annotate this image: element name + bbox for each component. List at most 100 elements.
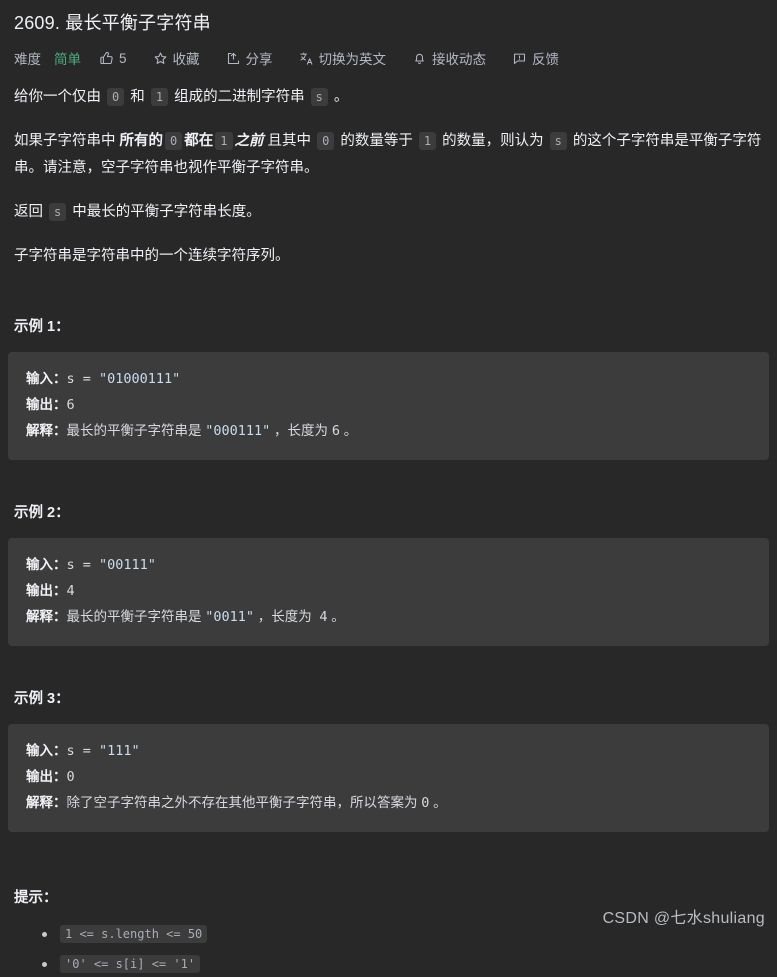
inline-code-one: 1 (150, 88, 169, 106)
hint-code-length: 1 <= s.length <= 50 (60, 925, 208, 943)
translate-button[interactable]: 切换为英文 (299, 48, 387, 68)
explain-post: 。 (339, 423, 358, 438)
feedback-icon (512, 51, 527, 66)
difficulty-group: 难度 简单 (14, 48, 81, 68)
explain-pre: 最长的平衡子字符串是 (66, 423, 206, 438)
input-value: "00111" (99, 557, 156, 573)
example-heading: 示例 2： (14, 505, 70, 521)
example-input-line: 输入：s = "01000111" (26, 366, 751, 392)
example-heading: 示例 3： (14, 691, 70, 707)
inline-code-zero: 0 (107, 88, 125, 106)
explain-mid: ，长度为 (270, 423, 332, 438)
output-key: 输出： (26, 397, 67, 412)
example-input-line: 输入：s = "111" (26, 738, 751, 764)
inline-code-s: s (49, 203, 67, 221)
example-explain-line: 解释：最长的平衡子字符串是 "000111" ，长度为 6 。 (26, 418, 751, 444)
text-segment: 的数量，则认为 (438, 133, 548, 149)
explain-key: 解释： (26, 795, 67, 810)
like-count: 5 (119, 50, 127, 66)
description-paragraph-1: 给你一个仅由 0 和 1 组成的二进制字符串 s 。 (14, 84, 763, 111)
inline-code-s: s (549, 132, 567, 150)
inline-code-one: 1 (215, 132, 233, 150)
input-key: 输入： (26, 557, 67, 572)
inline-code-one: 1 (418, 132, 437, 150)
example-explain-line: 解释：除了空子字符串之外不存在其他平衡子字符串，所以答案为 0 。 (26, 790, 751, 816)
problem-toolbar: 难度 简单 5 收藏 分享 切换为英文 接收动态 反馈 (8, 36, 769, 68)
output-key: 输出： (26, 583, 67, 598)
subscribe-button[interactable]: 接收动态 (412, 48, 486, 68)
example-code-block: 输入：s = "01000111" 输出：6 解释：最长的平衡子字符串是 "0001… (8, 352, 769, 460)
bell-icon (412, 51, 427, 66)
example-explain-line: 解释：最长的平衡子字符串是 "0011" ，长度为 4 。 (26, 604, 751, 630)
input-key: 输入： (26, 371, 67, 386)
input-var: s = (66, 371, 100, 387)
text-segment: 组成的二进制字符串 (170, 89, 309, 105)
example-code-block: 输入：s = "00111" 输出：4 解释：最长的平衡子字符串是 "0011" ，… (8, 538, 769, 646)
explain-pre: 除了空子字符串之外不存在其他平衡子字符串，所以答案为 (66, 795, 422, 810)
list-item: '0' <= s[i] <= '1' (42, 951, 769, 977)
output-value: 0 (66, 769, 75, 785)
text-segment: 中最长的平衡子字符串长度。 (68, 204, 261, 220)
example-3: 示例 3： 输入：s = "111" 输出：0 解释：除了空子字符串之外不存在其他平… (8, 688, 769, 832)
share-label: 分享 (245, 52, 273, 67)
difficulty-label: 难度 (14, 52, 41, 67)
explain-key: 解释： (26, 423, 67, 438)
share-icon (226, 51, 241, 66)
description-paragraph-3: 返回 s 中最长的平衡子字符串长度。 (14, 199, 763, 226)
watermark: CSDN @七水shuliang (602, 910, 765, 927)
text-segment: 。 (329, 89, 349, 105)
description-paragraph-2: 如果子字符串中 所有的 0 都在 1 之前 且其中 0 的数量等于 1 的数量，则认为 … (14, 128, 763, 182)
subscribe-label: 接收动态 (432, 52, 487, 67)
text-segment: 给你一个仅由 (14, 89, 106, 105)
output-value: 4 (66, 583, 75, 599)
hints-list: 1 <= s.length <= 50 '0' <= s[i] <= '1' (14, 921, 769, 977)
explain-pre: 最长的平衡子字符串是 (66, 609, 206, 624)
text-segment: 且其中 (263, 133, 316, 149)
feedback-button[interactable]: 反馈 (512, 48, 559, 68)
hint-code-charrange: '0' <= s[i] <= '1' (60, 955, 201, 973)
problem-description: 给你一个仅由 0 和 1 组成的二进制字符串 s 。 如果子字符串中 所有的 0 都… (8, 68, 769, 270)
thumbs-up-icon (99, 51, 114, 66)
difficulty-value: 简单 (54, 52, 81, 67)
inline-code-zero: 0 (165, 132, 183, 150)
input-value: "111" (99, 743, 140, 759)
translate-label: 切换为英文 (318, 52, 387, 67)
bold-italic-before: 之前 (234, 133, 264, 149)
feedback-label: 反馈 (532, 52, 560, 67)
translate-icon (299, 51, 314, 66)
bold-in: 都在 (184, 133, 214, 149)
inline-code-s: s (310, 88, 328, 106)
explain-key: 解释： (26, 609, 67, 624)
problem-page: 2609. 最长平衡子字符串 难度 简单 5 收藏 分享 切换为英文 接收动态 … (0, 0, 777, 973)
star-icon (153, 51, 168, 66)
like-button[interactable]: 5 (99, 51, 127, 66)
explain-post: 。 (327, 609, 345, 624)
explain-value: "0011" (205, 609, 255, 625)
example-2: 示例 2： 输入：s = "00111" 输出：4 解释：最长的平衡子字符串是 "0… (8, 502, 769, 646)
example-output-line: 输出：0 (26, 764, 751, 790)
favorite-label: 收藏 (172, 52, 200, 67)
example-1: 示例 1： 输入：s = "01000111" 输出：6 解释：最长的平衡子字符串是… (8, 316, 769, 460)
text-segment: 返回 (14, 204, 48, 220)
text-segment: 和 (126, 89, 149, 105)
example-output-line: 输出：4 (26, 578, 751, 604)
favorite-button[interactable]: 收藏 (153, 48, 200, 68)
example-input-line: 输入：s = "00111" (26, 552, 751, 578)
text-segment: 的数量等于 (336, 133, 417, 149)
output-value: 6 (66, 397, 75, 413)
hints-section: 提示： 1 <= s.length <= 50 '0' <= s[i] <= '… (8, 886, 769, 977)
example-heading: 示例 1： (14, 319, 70, 335)
explain-number: 6 (331, 423, 340, 439)
explain-value: "000111" (205, 423, 271, 439)
explain-mid: ，长度为 (254, 609, 320, 624)
input-var: s = (66, 557, 100, 573)
explain-post: 。 (429, 795, 447, 810)
bold-all: 所有的 (119, 133, 164, 149)
share-button[interactable]: 分享 (226, 48, 273, 68)
description-paragraph-4: 子字符串是字符串中的一个连续字符序列。 (14, 243, 763, 270)
page-title: 2609. 最长平衡子字符串 (14, 13, 211, 33)
input-key: 输入： (26, 743, 67, 758)
text-segment: 如果子字符串中 (14, 133, 120, 149)
example-code-block: 输入：s = "111" 输出：0 解释：除了空子字符串之外不存在其他平衡子字符串，… (8, 724, 769, 832)
text-segment: 子字符串是字符串中的一个连续字符序列。 (14, 248, 290, 264)
